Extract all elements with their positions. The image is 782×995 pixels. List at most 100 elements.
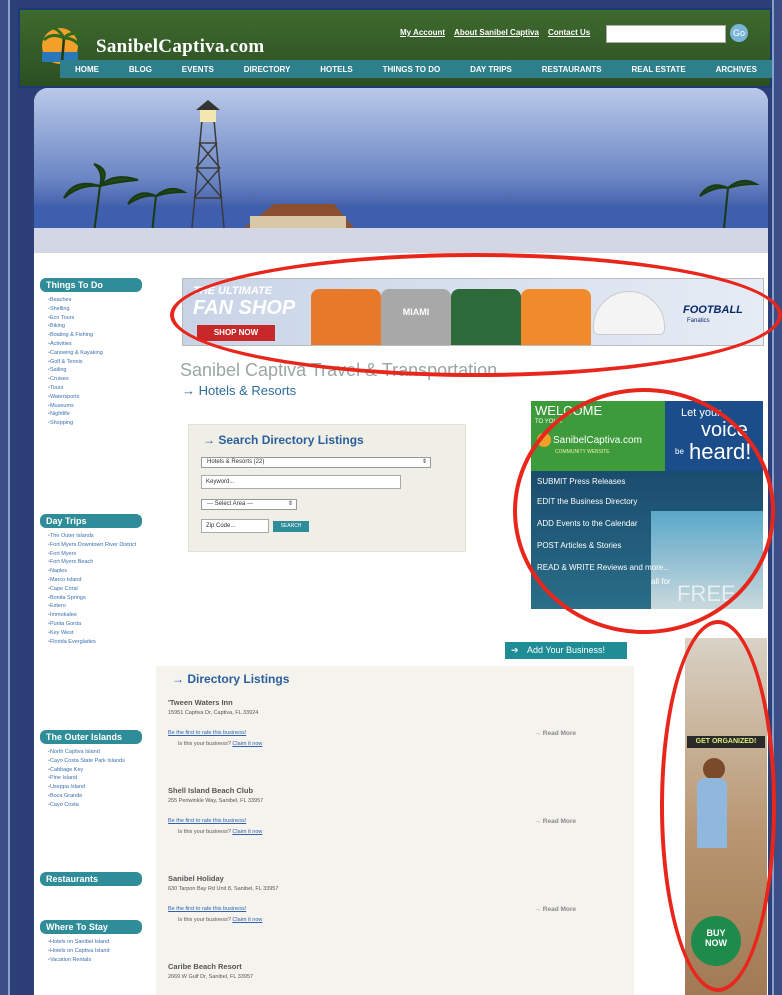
nav-home[interactable]: HOME <box>71 65 103 74</box>
sidebar-item[interactable]: Cruises <box>48 375 103 384</box>
listing-address: 15951 Captiva Dr, Captiva, FL 33924 <box>168 710 259 716</box>
sidebar-item[interactable]: Museums <box>48 402 103 411</box>
sidebar-item[interactable]: Key West <box>48 629 144 638</box>
read-more-label: Read More <box>542 906 576 913</box>
zip-code-input[interactable]: Zip Code... <box>201 519 269 533</box>
sidebar-item[interactable]: Nightlife <box>48 410 103 419</box>
sidebar-item[interactable]: Golf & Tennis <box>48 358 103 367</box>
sidebar-item[interactable]: Vacation Rentals <box>48 956 148 965</box>
sidebar-list-things-to-do: Beaches Shelling Eco Tours Biking Boatin… <box>48 296 103 428</box>
sidebar-list-where-to-stay: Hotels on Sanibel Island Hotels on Capti… <box>48 938 148 964</box>
arrow-right-icon: ➔ <box>511 645 519 655</box>
my-account-link[interactable]: My Account <box>400 28 445 37</box>
sidebar-item[interactable]: Useppa Island <box>48 783 144 792</box>
sidebar-item[interactable]: Fort Myers <box>48 550 144 559</box>
sidebar-item[interactable]: Pine Island <box>48 774 144 783</box>
claim-link[interactable]: Claim it now <box>232 917 262 923</box>
nav-directory[interactable]: DIRECTORY <box>240 65 295 74</box>
sidebar-item[interactable]: Shopping <box>48 419 103 428</box>
sidebar-item[interactable]: Hotels on Sanibel Island <box>48 938 148 947</box>
sidebar-item[interactable]: Boca Grande <box>48 792 144 801</box>
search-button[interactable]: Go <box>730 24 748 42</box>
area-value: --- Select Area --- <box>207 501 254 507</box>
sidebar-item[interactable]: Beaches <box>48 296 103 305</box>
sidebar-item[interactable]: Naples <box>48 567 144 576</box>
nav-blog[interactable]: BLOG <box>125 65 156 74</box>
area-select[interactable]: --- Select Area --- ⇕ <box>201 499 297 510</box>
sidebar-item[interactable]: Shelling <box>48 305 103 314</box>
claim-link[interactable]: Claim it now <box>232 741 262 747</box>
sidebar-item[interactable]: Punta Gorda <box>48 620 144 629</box>
claim-link[interactable]: Claim it now <box>232 829 262 835</box>
listing-name[interactable]: 'Tween Waters Inn <box>168 698 638 707</box>
list-item: Sanibel Holiday 630 Tarpon Bay Rd Unit 8… <box>168 874 638 923</box>
sidebar-item[interactable]: The Outer Islands <box>48 532 144 541</box>
sidebar-item[interactable]: Cayo Costa State Park Islands <box>48 757 144 766</box>
nav-hotels[interactable]: HOTELS <box>316 65 356 74</box>
search-submit-button[interactable]: SEARCH <box>273 521 309 532</box>
sidebar-item[interactable]: North Captiva Island <box>48 748 144 757</box>
nav-real-estate[interactable]: REAL ESTATE <box>627 65 689 74</box>
sidebar-item[interactable]: Eco Tours <box>48 314 103 323</box>
main-nav: HOME BLOG EVENTS DIRECTORY HOTELS THINGS… <box>60 60 772 78</box>
keyword-input[interactable]: Keyword... <box>201 475 401 489</box>
sidebar-item[interactable]: Fort Myers Downtown River District <box>48 541 144 550</box>
nav-things-to-do[interactable]: THINGS TO DO <box>379 65 445 74</box>
sidebar-list-outer-islands: North Captiva Island Cayo Costa State Pa… <box>48 748 144 810</box>
sidebar-item[interactable]: Tours <box>48 384 103 393</box>
read-more-link[interactable]: → Read More <box>534 818 576 825</box>
sidebar-item[interactable]: Cabbage Key <box>48 766 144 775</box>
sidebar-item[interactable]: Activities <box>48 340 103 349</box>
sidebar-item[interactable]: Boating & Fishing <box>48 331 103 340</box>
sidebar-item[interactable]: Watersports <box>48 393 103 402</box>
listing-name[interactable]: Sanibel Holiday <box>168 874 638 883</box>
sidebar-item[interactable]: Canoeing & Kayaking <box>48 349 103 358</box>
sidebar-item[interactable]: Sailing <box>48 366 103 375</box>
nav-restaurants[interactable]: RESTAURANTS <box>538 65 606 74</box>
read-more-link[interactable]: → Read More <box>534 906 576 913</box>
sidebar-item[interactable]: Bonita Springs <box>48 594 144 603</box>
search-box-title-text: Search Directory Listings <box>218 433 364 447</box>
category-select[interactable]: Hotels & Resorts (22) ⇕ <box>201 457 431 468</box>
highlight-ring-welcome <box>513 388 775 634</box>
sidebar-item[interactable]: Florida Everglades <box>48 638 144 647</box>
add-business-button[interactable]: ➔ Add Your Business! <box>505 642 627 659</box>
sidebar-item[interactable]: Estero <box>48 602 144 611</box>
sidebar-heading-day-trips[interactable]: Day Trips <box>40 514 142 528</box>
site-name[interactable]: SanibelCaptiva.com <box>96 36 265 58</box>
nav-events[interactable]: EVENTS <box>178 65 218 74</box>
sidebar-item[interactable]: Immokalee <box>48 611 144 620</box>
nav-archives[interactable]: ARCHIVES <box>712 65 761 74</box>
directory-title-text: Directory Listings <box>187 672 290 686</box>
breadcrumb[interactable]: → Hotels & Resorts <box>182 383 296 398</box>
sidebar-item[interactable]: Hotels on Captiva Island <box>48 947 148 956</box>
listing-name[interactable]: Shell Island Beach Club <box>168 786 638 795</box>
list-item: Shell Island Beach Club 255 Periwinkle W… <box>168 786 638 835</box>
sidebar-item[interactable]: Fort Myers Beach <box>48 558 144 567</box>
top-links: My Account About Sanibel Captiva Contact… <box>400 28 590 37</box>
sidebar-item[interactable]: Marco Island <box>48 576 144 585</box>
sidebar-heading-outer-islands[interactable]: The Outer Islands <box>40 730 142 744</box>
about-link[interactable]: About Sanibel Captiva <box>454 28 539 37</box>
search-input[interactable] <box>606 25 726 43</box>
select-arrows-icon: ⇕ <box>287 501 293 507</box>
nav-day-trips[interactable]: DAY TRIPS <box>466 65 516 74</box>
search-box-title: → Search Directory Listings <box>203 433 364 447</box>
claim-line: Is this your business? Claim it now <box>168 917 638 923</box>
sidebar-heading-where-to-stay[interactable]: Where To Stay <box>40 920 142 934</box>
hero-image <box>34 88 768 253</box>
site-header: SanibelCaptiva.com My Account About Sani… <box>18 8 772 88</box>
sidebar-heading-restaurants[interactable]: Restaurants <box>40 872 142 886</box>
read-more-label: Read More <box>542 730 576 737</box>
contact-link[interactable]: Contact Us <box>548 28 590 37</box>
highlight-ring-banner <box>170 253 782 377</box>
sidebar-heading-things-to-do[interactable]: Things To Do <box>40 278 142 292</box>
category-value: Hotels & Resorts (22) <box>207 459 265 465</box>
sidebar-item[interactable]: Biking <box>48 322 103 331</box>
breadcrumb-label[interactable]: Hotels & Resorts <box>199 383 297 398</box>
sidebar-item[interactable]: Cayo Costa <box>48 801 144 810</box>
read-more-link[interactable]: → Read More <box>534 730 576 737</box>
sidebar-item[interactable]: Cape Coral <box>48 585 144 594</box>
highlight-ring-right-ad <box>660 620 776 992</box>
listing-name[interactable]: Caribe Beach Resort <box>168 962 638 971</box>
